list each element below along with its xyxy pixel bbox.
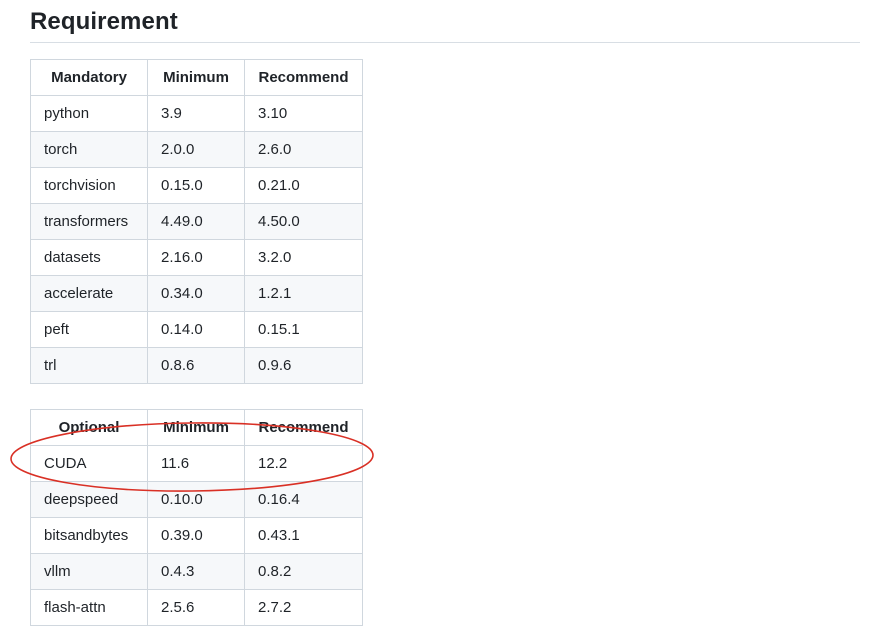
package-name-cell: trl [30, 347, 148, 384]
table-row: accelerate 0.34.0 1.2.1 [30, 275, 363, 312]
minimum-version-cell: 11.6 [147, 445, 245, 482]
package-name-cell: torchvision [30, 167, 148, 204]
package-name-cell: accelerate [30, 275, 148, 312]
table-row: torch 2.0.0 2.6.0 [30, 131, 363, 168]
table-row: peft 0.14.0 0.15.1 [30, 311, 363, 348]
minimum-version-cell: 2.5.6 [147, 589, 245, 626]
table-row: flash-attn 2.5.6 2.7.2 [30, 589, 363, 626]
page-title: Requirement [30, 8, 178, 35]
package-name-cell: deepspeed [30, 481, 148, 518]
minimum-version-cell: 0.39.0 [147, 517, 245, 554]
recommended-version-cell: 0.43.1 [244, 517, 363, 554]
recommended-version-cell: 2.7.2 [244, 589, 363, 626]
table-header-row: Mandatory Minimum Recommend [30, 59, 363, 96]
recommended-version-cell: 0.21.0 [244, 167, 363, 204]
mandatory-requirements-table: Mandatory Minimum Recommend python 3.9 3… [30, 59, 363, 384]
recommended-version-cell: 2.6.0 [244, 131, 363, 168]
recommended-version-cell: 3.10 [244, 95, 363, 132]
minimum-version-cell: 0.14.0 [147, 311, 245, 348]
column-header: Recommend [244, 409, 363, 446]
column-header: Recommend [244, 59, 363, 96]
table-row: trl 0.8.6 0.9.6 [30, 347, 363, 384]
minimum-version-cell: 0.4.3 [147, 553, 245, 590]
package-name-cell: python [30, 95, 148, 132]
recommended-version-cell: 0.8.2 [244, 553, 363, 590]
optional-requirements-table: Optional Minimum Recommend CUDA 11.6 12.… [30, 409, 363, 626]
package-name-cell: peft [30, 311, 148, 348]
recommended-version-cell: 12.2 [244, 445, 363, 482]
page: Requirement Mandatory Minimum Recommend … [0, 0, 889, 635]
table-row: torchvision 0.15.0 0.21.0 [30, 167, 363, 204]
minimum-version-cell: 3.9 [147, 95, 245, 132]
column-header: Minimum [147, 409, 245, 446]
table-row: vllm 0.4.3 0.8.2 [30, 553, 363, 590]
package-name-cell: flash-attn [30, 589, 148, 626]
column-header: Minimum [147, 59, 245, 96]
table-row: datasets 2.16.0 3.2.0 [30, 239, 363, 276]
minimum-version-cell: 0.10.0 [147, 481, 245, 518]
package-name-cell: CUDA [30, 445, 148, 482]
table-row: deepspeed 0.10.0 0.16.4 [30, 481, 363, 518]
heading-divider [30, 42, 860, 43]
package-name-cell: transformers [30, 203, 148, 240]
package-name-cell: vllm [30, 553, 148, 590]
recommended-version-cell: 0.9.6 [244, 347, 363, 384]
recommended-version-cell: 4.50.0 [244, 203, 363, 240]
package-name-cell: datasets [30, 239, 148, 276]
column-header: Mandatory [30, 59, 148, 96]
recommended-version-cell: 1.2.1 [244, 275, 363, 312]
recommended-version-cell: 0.15.1 [244, 311, 363, 348]
table-header-row: Optional Minimum Recommend [30, 409, 363, 446]
package-name-cell: torch [30, 131, 148, 168]
table-row: transformers 4.49.0 4.50.0 [30, 203, 363, 240]
table-row: CUDA 11.6 12.2 [30, 445, 363, 482]
minimum-version-cell: 4.49.0 [147, 203, 245, 240]
minimum-version-cell: 2.0.0 [147, 131, 245, 168]
table-row: python 3.9 3.10 [30, 95, 363, 132]
recommended-version-cell: 3.2.0 [244, 239, 363, 276]
minimum-version-cell: 2.16.0 [147, 239, 245, 276]
package-name-cell: bitsandbytes [30, 517, 148, 554]
column-header: Optional [30, 409, 148, 446]
minimum-version-cell: 0.8.6 [147, 347, 245, 384]
recommended-version-cell: 0.16.4 [244, 481, 363, 518]
minimum-version-cell: 0.34.0 [147, 275, 245, 312]
table-row: bitsandbytes 0.39.0 0.43.1 [30, 517, 363, 554]
minimum-version-cell: 0.15.0 [147, 167, 245, 204]
